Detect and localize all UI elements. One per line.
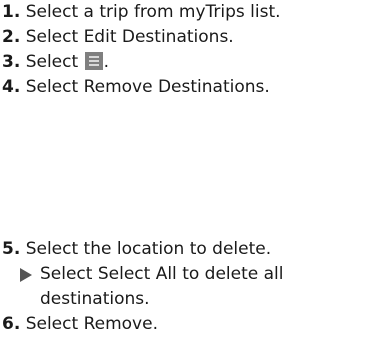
substep: Select Select All to delete all destinat…: [2, 262, 340, 312]
step-5: 5. Select the location to delete.: [2, 237, 367, 262]
step-6: 6. Select Remove.: [2, 312, 367, 337]
substep-text: Select Select All to delete all destinat…: [40, 262, 340, 312]
step-3: 3. Select .: [2, 50, 367, 75]
step-1: 1. Select a trip from myTrips list.: [2, 0, 367, 25]
step-text: Select a trip from myTrips list.: [25, 2, 281, 22]
step-suffix: .: [228, 27, 234, 47]
step-number: 6.: [2, 314, 21, 334]
step-2: 2. Select Edit Destinations.: [2, 25, 367, 50]
step-prefix: Select: [25, 27, 84, 47]
substep-prefix: Select: [40, 264, 98, 284]
step-prefix: Select: [25, 52, 84, 72]
remove-destinations-label: Remove Destinations: [83, 77, 265, 97]
menu-icon: [84, 52, 103, 70]
instruction-list: 1. Select a trip from myTrips list. 2. S…: [2, 0, 367, 337]
step-number: 3.: [2, 52, 21, 72]
step-text: Select the location to delete.: [25, 239, 272, 259]
remove-label: Remove: [83, 314, 153, 334]
step-prefix: Select: [25, 77, 84, 97]
step-number: 5.: [2, 239, 21, 259]
step-suffix: .: [103, 52, 109, 72]
step-4: 4. Select Remove Destinations.: [2, 75, 367, 100]
step-prefix: Select: [25, 314, 84, 334]
step-number: 2.: [2, 27, 21, 47]
step-suffix: .: [264, 77, 270, 97]
step-number: 1.: [2, 2, 21, 22]
triangle-bullet-icon: [20, 268, 32, 282]
select-all-label: Select All: [97, 264, 177, 284]
edit-destinations-label: Edit Destinations: [83, 27, 229, 47]
step-number: 4.: [2, 77, 21, 97]
step-suffix: .: [152, 314, 158, 334]
